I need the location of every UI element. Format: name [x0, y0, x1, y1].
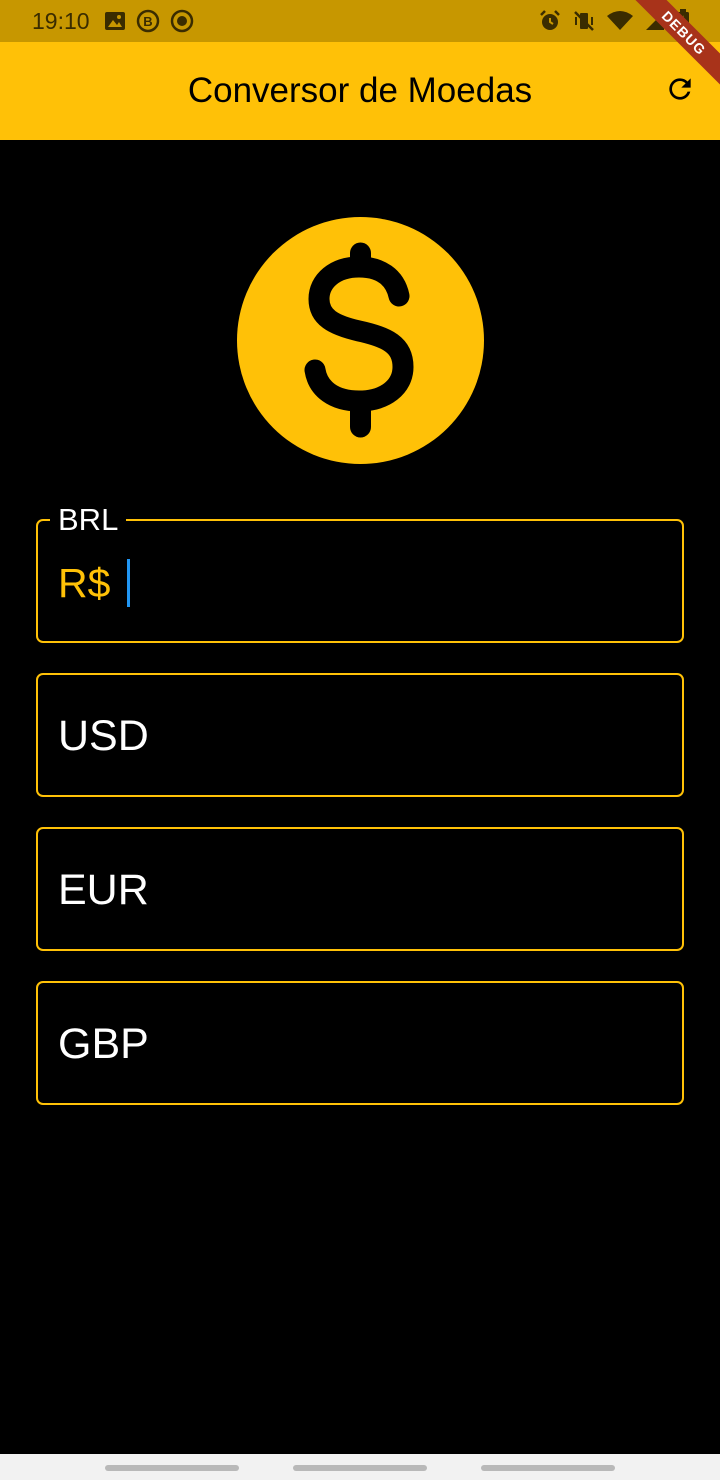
brl-input-field[interactable]: BRL R$	[36, 503, 684, 643]
usd-field-label: USD	[58, 712, 149, 760]
status-left: 19:10 B	[32, 8, 194, 35]
app-bar: Conversor de Moedas	[0, 42, 720, 140]
dollar-coin-icon	[237, 217, 484, 464]
refresh-icon	[664, 73, 696, 110]
wifi-icon	[606, 10, 634, 32]
target-icon	[170, 9, 194, 33]
status-bar: 19:10 B	[0, 0, 720, 42]
brl-field-label: BRL	[50, 503, 127, 537]
battery-charging-icon	[676, 9, 690, 33]
signal-icon	[644, 10, 666, 32]
refresh-button[interactable]	[662, 73, 698, 109]
app-title: Conversor de Moedas	[187, 71, 533, 110]
nav-back-handle[interactable]	[481, 1465, 615, 1471]
image-icon	[104, 10, 126, 32]
brl-currency-prefix: R$	[58, 560, 111, 606]
vibrate-off-icon	[572, 9, 596, 33]
status-time: 19:10	[32, 7, 90, 34]
gbp-input-field[interactable]: GBP	[36, 981, 684, 1105]
text-cursor	[127, 559, 130, 607]
eur-input-field[interactable]: EUR	[36, 827, 684, 951]
gbp-field-label: GBP	[58, 1020, 149, 1068]
status-right	[538, 9, 698, 33]
usd-input-field[interactable]: USD	[36, 673, 684, 797]
nav-home-handle[interactable]	[293, 1465, 427, 1471]
svg-text:B: B	[143, 14, 152, 29]
eur-field-label: EUR	[58, 866, 149, 914]
nav-recents-handle[interactable]	[105, 1465, 239, 1471]
system-nav-bar	[0, 1454, 720, 1480]
alarm-icon	[538, 9, 562, 33]
b-badge-icon: B	[136, 9, 160, 33]
